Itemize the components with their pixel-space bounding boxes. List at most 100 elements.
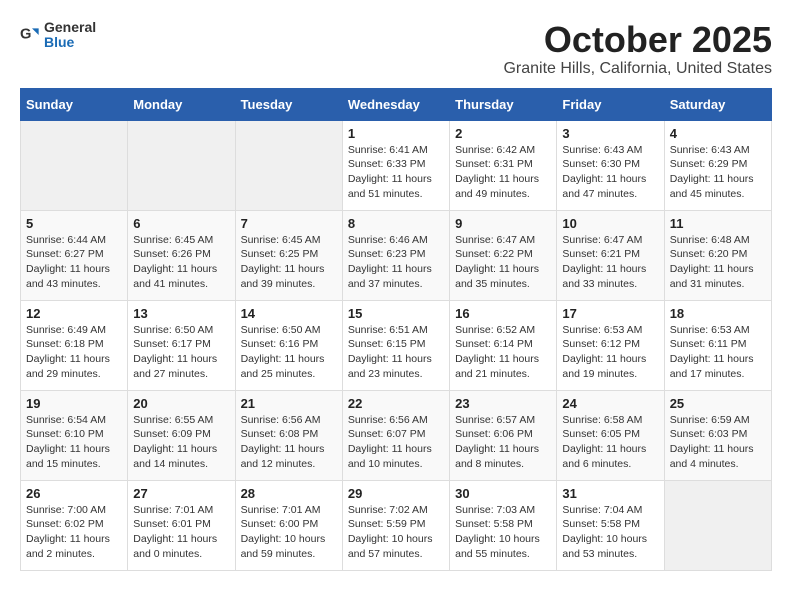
day-number: 9 [455, 216, 551, 231]
day-number: 29 [348, 486, 444, 501]
calendar-cell: 13Sunrise: 6:50 AM Sunset: 6:17 PM Dayli… [128, 300, 235, 390]
calendar-header: SundayMondayTuesdayWednesdayThursdayFrid… [21, 88, 772, 120]
day-number: 26 [26, 486, 122, 501]
day-number: 11 [670, 216, 766, 231]
sub-title: Granite Hills, California, United States [503, 60, 772, 78]
calendar-cell: 1 Sunrise: 6:41 AM Sunset: 6:33 PM Daylig… [342, 120, 449, 210]
day-info: Sunrise: 7:01 AM Sunset: 6:01 PM Dayligh… [133, 503, 229, 562]
day-number: 30 [455, 486, 551, 501]
title-area: October 2025 Granite Hills, California, … [503, 20, 772, 78]
day-info: Sunrise: 6:57 AM Sunset: 6:06 PM Dayligh… [455, 413, 551, 472]
day-number: 28 [241, 486, 337, 501]
day-info: Sunrise: 6:50 AM Sunset: 6:16 PM Dayligh… [241, 323, 337, 382]
calendar-cell: 12Sunrise: 6:49 AM Sunset: 6:18 PM Dayli… [21, 300, 128, 390]
calendar-cell: 16Sunrise: 6:52 AM Sunset: 6:14 PM Dayli… [450, 300, 557, 390]
day-number: 22 [348, 396, 444, 411]
day-number: 25 [670, 396, 766, 411]
day-number: 7 [241, 216, 337, 231]
day-number: 10 [562, 216, 658, 231]
calendar-cell: 23 Sunrise: 6:57 AM Sunset: 6:06 PM Dayli… [450, 390, 557, 480]
calendar-cell: 5 Sunrise: 6:44 AM Sunset: 6:27 PM Daylig… [21, 210, 128, 300]
weekday-header-row: SundayMondayTuesdayWednesdayThursdayFrid… [21, 88, 772, 120]
calendar-cell: 19Sunrise: 6:54 AM Sunset: 6:10 PM Dayli… [21, 390, 128, 480]
day-info: Sunrise: 7:04 AM Sunset: 5:58 PM Dayligh… [562, 503, 658, 562]
calendar-cell: 15 Sunrise: 6:51 AM Sunset: 6:15 PM Dayli… [342, 300, 449, 390]
day-number: 2 [455, 126, 551, 141]
day-number: 16 [455, 306, 551, 321]
weekday-header-thursday: Thursday [450, 88, 557, 120]
day-info: Sunrise: 6:47 AM Sunset: 6:21 PM Dayligh… [562, 233, 658, 292]
day-number: 5 [26, 216, 122, 231]
day-number: 4 [670, 126, 766, 141]
weekday-header-saturday: Saturday [664, 88, 771, 120]
calendar-cell: 21Sunrise: 6:56 AM Sunset: 6:08 PM Dayli… [235, 390, 342, 480]
calendar-week-1: 1 Sunrise: 6:41 AM Sunset: 6:33 PM Daylig… [21, 120, 772, 210]
day-info: Sunrise: 6:56 AM Sunset: 6:07 PM Dayligh… [348, 413, 444, 472]
day-number: 17 [562, 306, 658, 321]
day-info: Sunrise: 6:59 AM Sunset: 6:03 PM Dayligh… [670, 413, 766, 472]
day-number: 15 [348, 306, 444, 321]
day-number: 14 [241, 306, 337, 321]
calendar-cell: 14 Sunrise: 6:50 AM Sunset: 6:16 PM Dayli… [235, 300, 342, 390]
day-info: Sunrise: 6:58 AM Sunset: 6:05 PM Dayligh… [562, 413, 658, 472]
day-info: Sunrise: 6:53 AM Sunset: 6:11 PM Dayligh… [670, 323, 766, 382]
day-number: 20 [133, 396, 229, 411]
calendar-cell: 29 Sunrise: 7:02 AM Sunset: 5:59 PM Dayli… [342, 480, 449, 570]
day-number: 23 [455, 396, 551, 411]
day-info: Sunrise: 7:01 AM Sunset: 6:00 PM Dayligh… [241, 503, 337, 562]
day-info: Sunrise: 6:47 AM Sunset: 6:22 PM Dayligh… [455, 233, 551, 292]
day-number: 8 [348, 216, 444, 231]
calendar-week-5: 26Sunrise: 7:00 AM Sunset: 6:02 PM Dayli… [21, 480, 772, 570]
calendar-cell [664, 480, 771, 570]
day-info: Sunrise: 6:50 AM Sunset: 6:17 PM Dayligh… [133, 323, 229, 382]
day-number: 6 [133, 216, 229, 231]
weekday-header-friday: Friday [557, 88, 664, 120]
day-info: Sunrise: 6:55 AM Sunset: 6:09 PM Dayligh… [133, 413, 229, 472]
svg-text:G: G [20, 27, 31, 43]
day-info: Sunrise: 6:43 AM Sunset: 6:29 PM Dayligh… [670, 143, 766, 202]
day-info: Sunrise: 6:42 AM Sunset: 6:31 PM Dayligh… [455, 143, 551, 202]
main-title: October 2025 [503, 20, 772, 60]
calendar-cell: 2 Sunrise: 6:42 AM Sunset: 6:31 PM Daylig… [450, 120, 557, 210]
day-info: Sunrise: 7:02 AM Sunset: 5:59 PM Dayligh… [348, 503, 444, 562]
day-info: Sunrise: 6:45 AM Sunset: 6:25 PM Dayligh… [241, 233, 337, 292]
day-number: 31 [562, 486, 658, 501]
calendar-table: SundayMondayTuesdayWednesdayThursdayFrid… [20, 88, 772, 571]
calendar-week-4: 19Sunrise: 6:54 AM Sunset: 6:10 PM Dayli… [21, 390, 772, 480]
calendar-cell: 25 Sunrise: 6:59 AM Sunset: 6:03 PM Dayli… [664, 390, 771, 480]
calendar-cell [128, 120, 235, 210]
calendar-cell: 20 Sunrise: 6:55 AM Sunset: 6:09 PM Dayli… [128, 390, 235, 480]
calendar-cell: 27 Sunrise: 7:01 AM Sunset: 6:01 PM Dayli… [128, 480, 235, 570]
calendar-cell: 17Sunrise: 6:53 AM Sunset: 6:12 PM Dayli… [557, 300, 664, 390]
day-info: Sunrise: 6:46 AM Sunset: 6:23 PM Dayligh… [348, 233, 444, 292]
logo-icon: G [20, 25, 40, 45]
day-info: Sunrise: 6:48 AM Sunset: 6:20 PM Dayligh… [670, 233, 766, 292]
day-info: Sunrise: 6:41 AM Sunset: 6:33 PM Dayligh… [348, 143, 444, 202]
calendar-body: 1 Sunrise: 6:41 AM Sunset: 6:33 PM Daylig… [21, 120, 772, 570]
page-header: G General Blue October 2025 Granite Hill… [20, 20, 772, 78]
calendar-week-2: 5 Sunrise: 6:44 AM Sunset: 6:27 PM Daylig… [21, 210, 772, 300]
day-info: Sunrise: 6:49 AM Sunset: 6:18 PM Dayligh… [26, 323, 122, 382]
calendar-cell: 18Sunrise: 6:53 AM Sunset: 6:11 PM Dayli… [664, 300, 771, 390]
calendar-cell: 10 Sunrise: 6:47 AM Sunset: 6:21 PM Dayli… [557, 210, 664, 300]
day-info: Sunrise: 6:44 AM Sunset: 6:27 PM Dayligh… [26, 233, 122, 292]
day-info: Sunrise: 6:51 AM Sunset: 6:15 PM Dayligh… [348, 323, 444, 382]
day-number: 3 [562, 126, 658, 141]
calendar-cell: 30 Sunrise: 7:03 AM Sunset: 5:58 PM Dayli… [450, 480, 557, 570]
weekday-header-wednesday: Wednesday [342, 88, 449, 120]
calendar-cell: 22 Sunrise: 6:56 AM Sunset: 6:07 PM Dayli… [342, 390, 449, 480]
calendar-cell: 4 Sunrise: 6:43 AM Sunset: 6:29 PM Daylig… [664, 120, 771, 210]
calendar-cell: 24 Sunrise: 6:58 AM Sunset: 6:05 PM Dayli… [557, 390, 664, 480]
day-info: Sunrise: 6:43 AM Sunset: 6:30 PM Dayligh… [562, 143, 658, 202]
day-number: 19 [26, 396, 122, 411]
day-number: 1 [348, 126, 444, 141]
weekday-header-tuesday: Tuesday [235, 88, 342, 120]
day-info: Sunrise: 7:03 AM Sunset: 5:58 PM Dayligh… [455, 503, 551, 562]
calendar-cell: 7 Sunrise: 6:45 AM Sunset: 6:25 PM Daylig… [235, 210, 342, 300]
day-number: 24 [562, 396, 658, 411]
day-number: 27 [133, 486, 229, 501]
calendar-cell: 26Sunrise: 7:00 AM Sunset: 6:02 PM Dayli… [21, 480, 128, 570]
calendar-cell: 31 Sunrise: 7:04 AM Sunset: 5:58 PM Dayli… [557, 480, 664, 570]
day-info: Sunrise: 6:56 AM Sunset: 6:08 PM Dayligh… [241, 413, 337, 472]
day-info: Sunrise: 6:45 AM Sunset: 6:26 PM Dayligh… [133, 233, 229, 292]
